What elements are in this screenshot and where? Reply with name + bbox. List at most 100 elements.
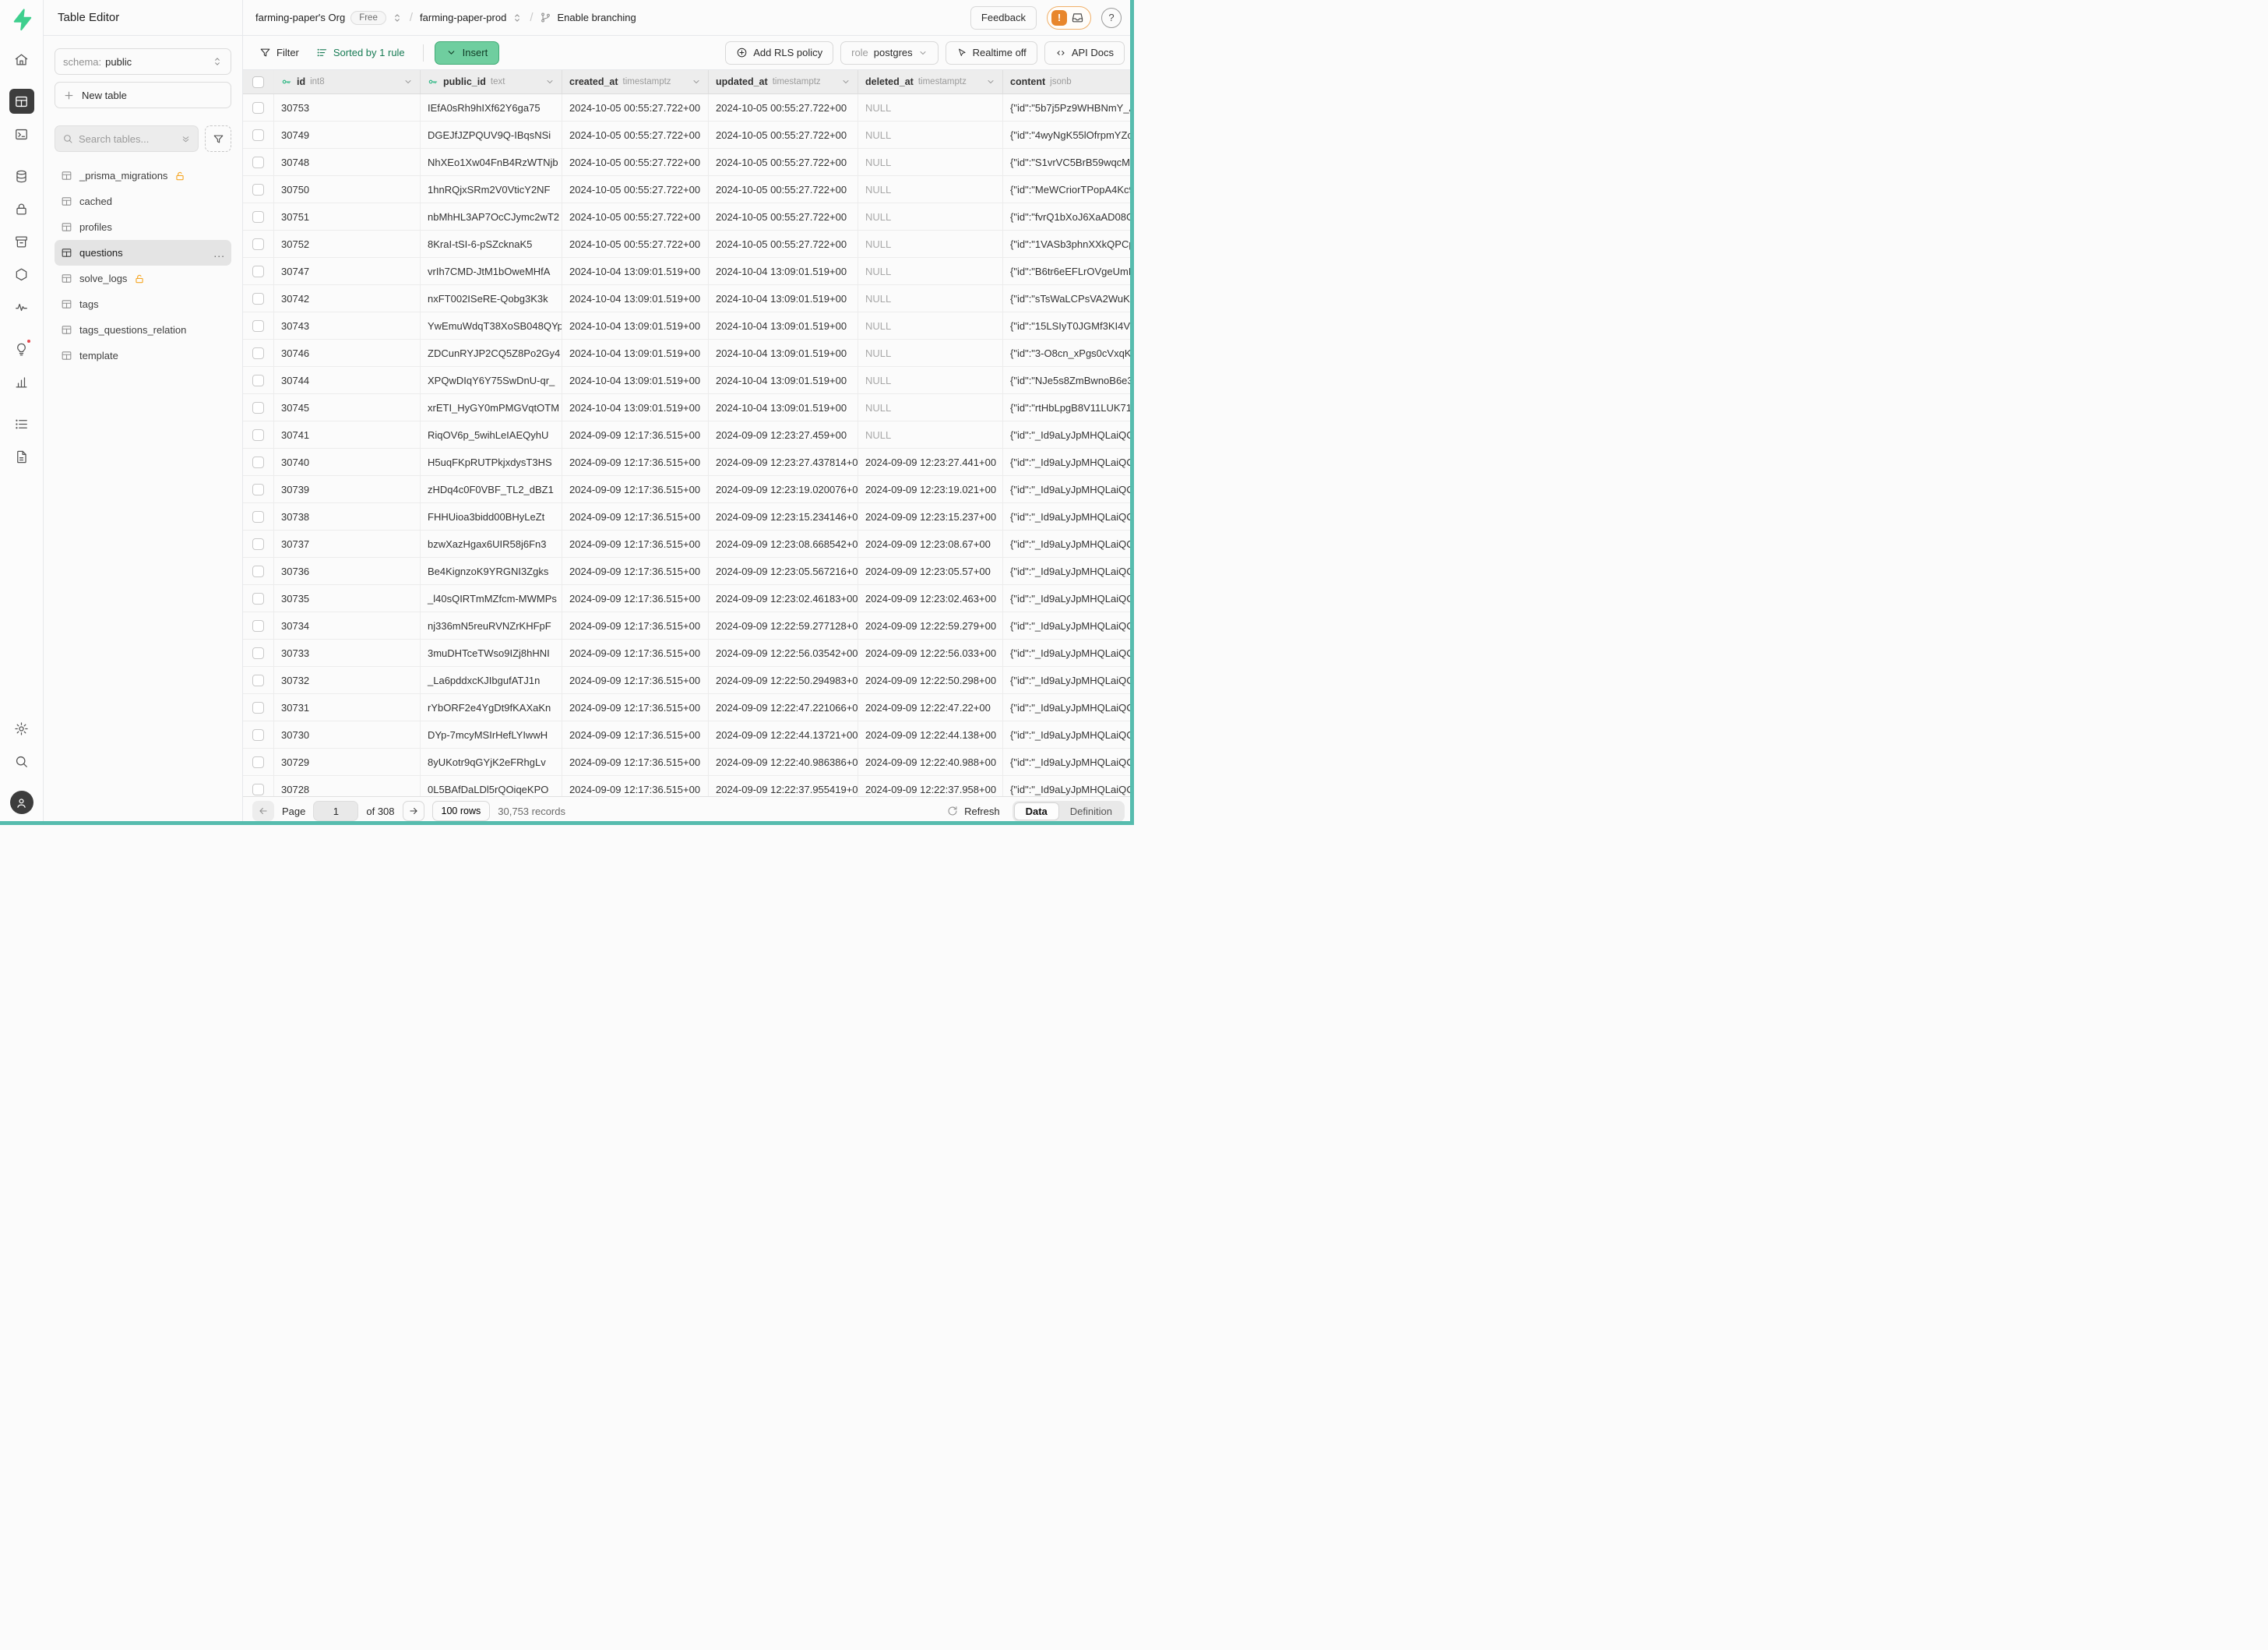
cell-deleted_at[interactable]: 2024-09-09 12:22:44.138+00 [858,721,1003,748]
cell-created_at[interactable]: 2024-09-09 12:17:36.515+00 [562,721,709,748]
cell-created_at[interactable]: 2024-10-04 13:09:01.519+00 [562,258,709,284]
cell-public_id[interactable]: FHHUioa3bidd00BHyLeZt [421,503,562,530]
realtime-toggle-button[interactable]: Realtime off [946,41,1037,65]
cell-updated_at[interactable]: 2024-10-05 00:55:27.722+00 [709,94,858,121]
column-header-updated_at[interactable]: updated_attimestamptz [709,70,858,93]
cell-deleted_at[interactable]: NULL [858,231,1003,257]
cell-deleted_at[interactable]: NULL [858,258,1003,284]
row-checkbox[interactable] [252,729,264,741]
search-tables-input[interactable]: Search tables... [55,125,199,152]
project-breadcrumb[interactable]: farming-paper-prod [420,12,523,23]
row-checkbox[interactable] [252,511,264,523]
rows-per-page-button[interactable]: 100 rows [432,801,491,821]
cell-updated_at[interactable]: 2024-10-04 13:09:01.519+00 [709,312,858,339]
cell-deleted_at[interactable]: NULL [858,421,1003,448]
cell-public_id[interactable]: rYbORF2e4YgDt9fKAXaKn [421,694,562,721]
cell-public_id[interactable]: vrIh7CMD-JtM1bOweMHfA [421,258,562,284]
column-header-content[interactable]: contentjsonb [1003,70,1134,93]
feedback-button[interactable]: Feedback [970,6,1037,30]
cell-id[interactable]: 30729 [274,749,421,775]
cell-content[interactable]: {"id":"4wyNgK55lOfrpmYZc [1003,122,1134,148]
cell-content[interactable]: {"id":"_Id9aLyJpMHQLaiQC [1003,421,1134,448]
cell-public_id[interactable]: 0L5BAfDaLDl5rQOiqeKPO [421,776,562,796]
cell-public_id[interactable]: 3muDHTceTWso9IZj8hHNI [421,640,562,666]
search-icon[interactable] [9,749,34,774]
cell-id[interactable]: 30749 [274,122,421,148]
cell-deleted_at[interactable]: 2024-09-09 12:23:19.021+00 [858,476,1003,502]
row-checkbox[interactable] [252,102,264,114]
row-checkbox[interactable] [252,429,264,441]
home-icon[interactable] [9,47,34,72]
cell-id[interactable]: 30740 [274,449,421,475]
prev-page-button[interactable] [252,801,274,821]
cell-public_id[interactable]: nxFT002ISeRE-Qobg3K3k [421,285,562,312]
cell-id[interactable]: 30738 [274,503,421,530]
column-header-public_id[interactable]: public_idtext [421,70,562,93]
cell-deleted_at[interactable]: NULL [858,94,1003,121]
advisors-icon[interactable] [9,337,34,361]
cell-deleted_at[interactable]: 2024-09-09 12:22:59.279+00 [858,612,1003,639]
cell-updated_at[interactable]: 2024-09-09 12:23:02.46183+00 [709,585,858,612]
cell-deleted_at[interactable]: NULL [858,149,1003,175]
column-header-created_at[interactable]: created_attimestamptz [562,70,709,93]
cell-created_at[interactable]: 2024-10-05 00:55:27.722+00 [562,149,709,175]
cell-content[interactable]: {"id":"_Id9aLyJpMHQLaiQC [1003,640,1134,666]
cell-deleted_at[interactable]: NULL [858,122,1003,148]
row-checkbox[interactable] [252,484,264,495]
cell-id[interactable]: 30734 [274,612,421,639]
cell-content[interactable]: {"id":"_Id9aLyJpMHQLaiQC [1003,667,1134,693]
cell-public_id[interactable]: _l40sQIRTmMZfcm-MWMPs [421,585,562,612]
cell-content[interactable]: {"id":"_Id9aLyJpMHQLaiQC [1003,585,1134,612]
cell-id[interactable]: 30731 [274,694,421,721]
notifications-button[interactable]: ! [1047,6,1091,30]
cell-created_at[interactable]: 2024-09-09 12:17:36.515+00 [562,776,709,796]
cell-created_at[interactable]: 2024-09-09 12:17:36.515+00 [562,476,709,502]
cell-id[interactable]: 30733 [274,640,421,666]
cell-content[interactable]: {"id":"_Id9aLyJpMHQLaiQC [1003,503,1134,530]
cell-updated_at[interactable]: 2024-09-09 12:22:37.955419+00 [709,776,858,796]
cell-deleted_at[interactable]: 2024-09-09 12:22:47.22+00 [858,694,1003,721]
select-all-checkbox[interactable] [252,76,264,88]
cell-id[interactable]: 30745 [274,394,421,421]
org-breadcrumb[interactable]: farming-paper's Org Free [255,11,403,25]
row-checkbox[interactable] [252,647,264,659]
cell-content[interactable]: {"id":"5b7j5Pz9WHBNmY_A [1003,94,1134,121]
cell-id[interactable]: 30743 [274,312,421,339]
table-menu-button[interactable]: ... [213,247,225,259]
cell-content[interactable]: {"id":"_Id9aLyJpMHQLaiQC [1003,721,1134,748]
cell-content[interactable]: {"id":"MeWCriorTPopA4Kc9 [1003,176,1134,203]
row-checkbox[interactable] [252,238,264,250]
cell-content[interactable]: {"id":"fvrQ1bXoJ6XaAD08G [1003,203,1134,230]
tab-definition[interactable]: Definition [1059,803,1123,820]
cell-deleted_at[interactable]: 2024-09-09 12:23:02.463+00 [858,585,1003,612]
schema-select[interactable]: schema: public [55,48,231,75]
cell-updated_at[interactable]: 2024-09-09 12:23:08.668542+00 [709,531,858,557]
row-checkbox[interactable] [252,320,264,332]
cell-id[interactable]: 30742 [274,285,421,312]
cell-created_at[interactable]: 2024-10-05 00:55:27.722+00 [562,176,709,203]
cell-updated_at[interactable]: 2024-09-09 12:23:27.437814+00 [709,449,858,475]
row-checkbox[interactable] [252,784,264,795]
sidebar-table-_prisma_migrations[interactable]: _prisma_migrations [55,163,231,189]
cell-updated_at[interactable]: 2024-10-04 13:09:01.519+00 [709,285,858,312]
cell-content[interactable]: {"id":"B6tr6eEFLrOVgeUmH [1003,258,1134,284]
cell-content[interactable]: {"id":"_Id9aLyJpMHQLaiQC [1003,612,1134,639]
cell-deleted_at[interactable]: NULL [858,312,1003,339]
cell-content[interactable]: {"id":"3-O8cn_xPgs0cVxqKE [1003,340,1134,366]
cell-deleted_at[interactable]: 2024-09-09 12:22:56.033+00 [858,640,1003,666]
cell-id[interactable]: 30732 [274,667,421,693]
row-checkbox[interactable] [252,402,264,414]
cell-created_at[interactable]: 2024-09-09 12:17:36.515+00 [562,749,709,775]
api-docs-icon[interactable] [9,444,34,469]
cell-content[interactable]: {"id":"1VASb3phnXXkQPCpv [1003,231,1134,257]
cell-updated_at[interactable]: 2024-09-09 12:22:50.294983+00 [709,667,858,693]
cell-public_id[interactable]: XPQwDIqY6Y75SwDnU-qr_ [421,367,562,393]
row-checkbox[interactable] [252,538,264,550]
tab-data[interactable]: Data [1014,802,1059,820]
cell-updated_at[interactable]: 2024-09-09 12:23:27.459+00 [709,421,858,448]
cell-updated_at[interactable]: 2024-10-04 13:09:01.519+00 [709,258,858,284]
supabase-logo[interactable] [10,8,33,31]
cell-content[interactable]: {"id":"_Id9aLyJpMHQLaiQC [1003,776,1134,796]
cell-content[interactable]: {"id":"_Id9aLyJpMHQLaiQC [1003,749,1134,775]
cell-updated_at[interactable]: 2024-09-09 12:23:05.567216+00 [709,558,858,584]
